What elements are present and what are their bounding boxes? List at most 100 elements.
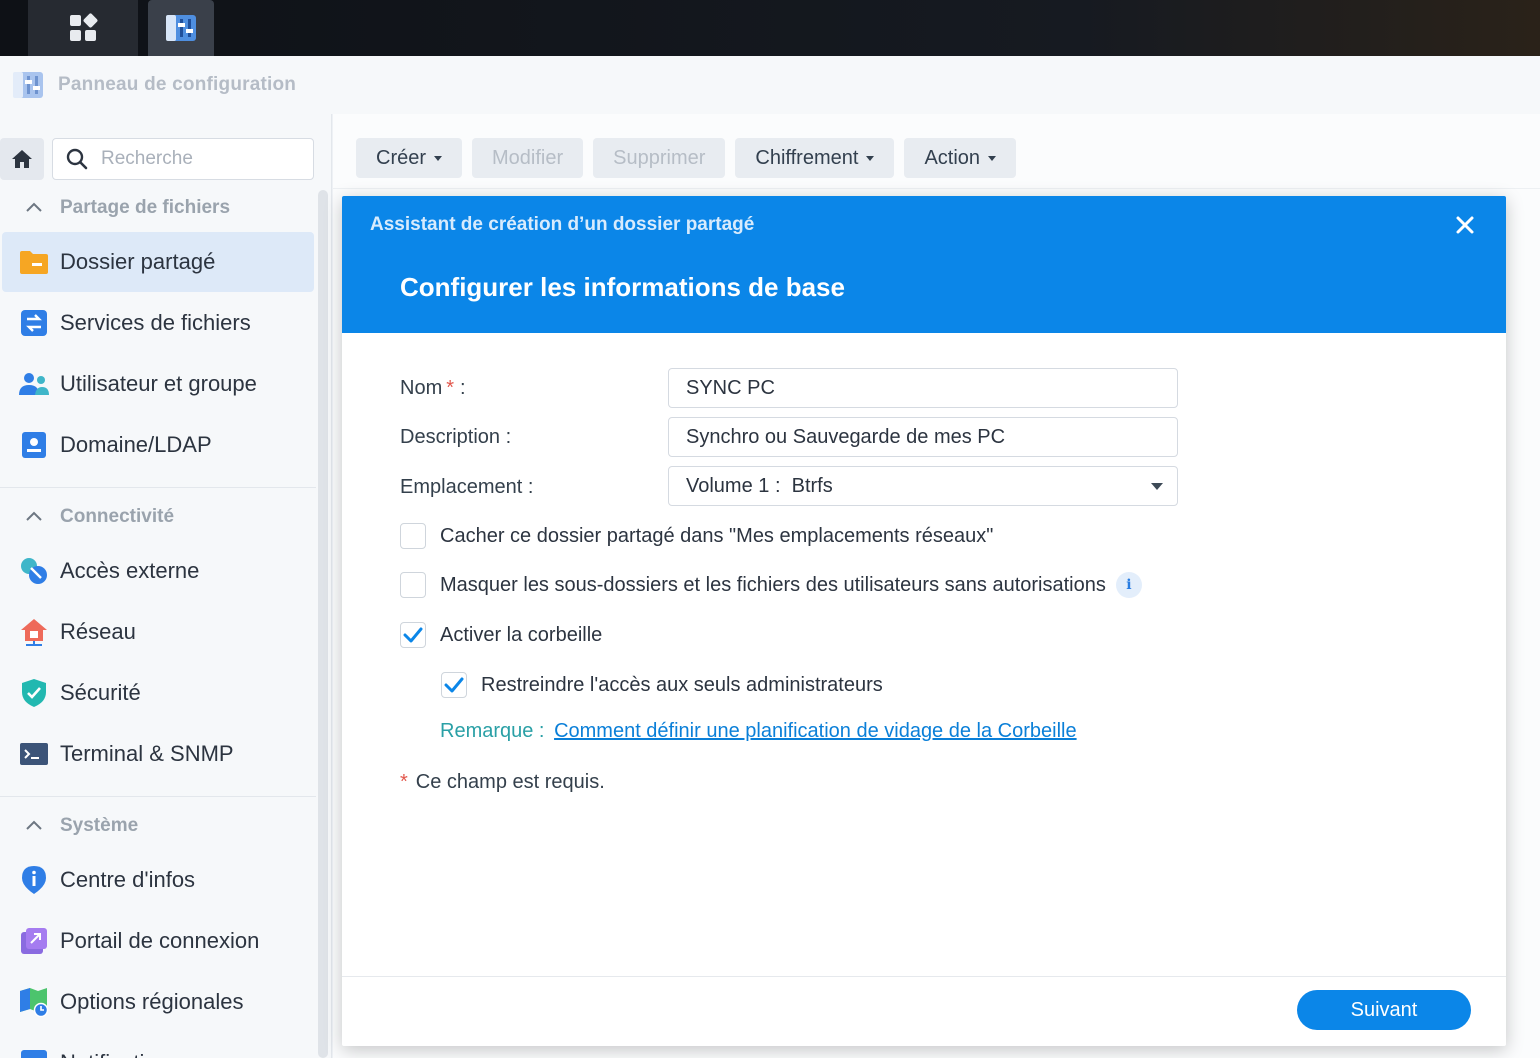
checkbox-label: Masquer les sous-dossiers et les fichier… [440, 573, 1106, 596]
edit-button[interactable]: Modifier [472, 138, 584, 178]
sidebar-item-login-portal[interactable]: Portail de connexion [2, 911, 314, 971]
name-field[interactable]: SYNC PC [668, 368, 1178, 408]
sidebar-item-label: Sécurité [60, 680, 141, 705]
external-access-icon [18, 555, 50, 587]
sidebar-item-security[interactable]: Sécurité [2, 663, 314, 723]
search-placeholder: Recherche [101, 148, 193, 169]
enable-recycle-bin-checkbox[interactable] [400, 622, 426, 648]
sidebar-item-terminal-snmp[interactable]: Terminal & SNMP [2, 724, 314, 784]
action-button[interactable]: Action [904, 138, 1017, 178]
users-icon [18, 368, 50, 400]
sidebar-item-label: Terminal & SNMP [60, 741, 234, 766]
required-asterisk: * [400, 771, 408, 793]
sidebar-item-label: Réseau [60, 619, 136, 644]
window-title-bar: Panneau de configuration [0, 56, 1540, 114]
section-header-file-sharing[interactable]: Partage de fichiers [0, 188, 310, 228]
checkbox-label: Activer la corbeille [440, 623, 603, 646]
taskbar [0, 0, 1540, 56]
checkbox-label: Restreindre l'accès aux seuls administra… [481, 673, 883, 696]
chevron-up-icon [26, 820, 42, 830]
sidebar-item-label: Accès externe [60, 558, 200, 583]
section-header-system[interactable]: Système [0, 806, 310, 846]
remark: Remarque : Comment définir une planifica… [440, 720, 1077, 743]
sidebar-item-regional-options[interactable]: Options régionales [2, 972, 314, 1032]
create-shared-folder-wizard: Assistant de création d’un dossier parta… [342, 196, 1506, 1046]
control-panel-taskbar-button[interactable] [148, 0, 214, 56]
sidebar-item-label: Domaine/LDAP [60, 432, 212, 457]
caret-down-icon [434, 155, 443, 161]
location-select-value: Volume 1 : Btrfs [686, 474, 833, 497]
toolbar: Créer Modifier Supprimer Chiffrement Act… [356, 138, 1017, 178]
checkmark-icon [403, 627, 423, 643]
dialog-title: Assistant de création d’un dossier parta… [370, 214, 755, 235]
checkbox-label: Cacher ce dossier partagé dans "Mes empl… [440, 524, 994, 547]
chevron-down-icon [1151, 483, 1163, 490]
sidebar-item-info-center[interactable]: Centre d'infos [2, 850, 314, 910]
sidebar-item-label: Dossier partagé [60, 249, 216, 274]
sidebar-item-external-access[interactable]: Accès externe [2, 541, 314, 601]
sidebar-item-domain-ldap[interactable]: Domaine/LDAP [2, 415, 314, 475]
domain-icon [18, 429, 50, 461]
sidebar-item-label: Centre d'infos [60, 867, 196, 892]
location-select[interactable]: Volume 1 : Btrfs [668, 466, 1178, 506]
search-icon [66, 148, 88, 170]
label-colon: : [460, 377, 466, 399]
sidebar-scrollbar[interactable] [318, 190, 328, 1058]
notification-icon [18, 1047, 50, 1058]
section-divider [0, 487, 316, 488]
chevron-up-icon [26, 511, 42, 521]
folder-icon [18, 246, 50, 278]
main-menu-button[interactable] [28, 0, 138, 56]
delete-button[interactable]: Supprimer [593, 138, 726, 178]
list-divider [333, 188, 1540, 189]
caret-down-icon [866, 155, 875, 161]
sidebar-item-users-groups[interactable]: Utilisateur et groupe [2, 354, 314, 414]
dialog-header: Assistant de création d’un dossier parta… [342, 196, 1506, 333]
sidebar-item-file-services[interactable]: Services de fichiers [2, 293, 314, 353]
sidebar-item-label: Options régionales [60, 989, 244, 1014]
footer-divider [342, 976, 1506, 977]
hide-shared-folder-checkbox[interactable] [400, 523, 426, 549]
sidebar-item-label: Portail de connexion [60, 928, 260, 953]
restrict-admin-checkbox[interactable] [441, 672, 467, 698]
sidebar-item-network[interactable]: Réseau [2, 602, 314, 662]
next-button[interactable]: Suivant [1297, 990, 1471, 1030]
chevron-up-icon [26, 202, 42, 212]
name-label-text: Nom [400, 377, 443, 399]
network-icon [18, 616, 50, 648]
recycle-bin-schedule-link[interactable]: Comment définir une planification de vid… [554, 720, 1077, 742]
required-asterisk: * [446, 377, 455, 399]
window-title: Panneau de configuration [58, 74, 297, 95]
label-colon: : [527, 476, 534, 498]
caret-down-icon [988, 155, 997, 161]
description-label-text: Description [400, 426, 501, 448]
create-button[interactable]: Créer [356, 138, 463, 178]
search-input[interactable]: Recherche [52, 138, 314, 180]
hide-subfolders-checkbox[interactable] [400, 572, 426, 598]
location-label: Emplacement : [400, 476, 533, 499]
info-icon[interactable]: i [1115, 572, 1142, 598]
control-panel-icon [166, 15, 196, 41]
sidebar-item-notification[interactable]: Notification [2, 1033, 314, 1058]
sidebar-item-shared-folder[interactable]: Dossier partagé [2, 232, 314, 292]
section-label: Partage de fichiers [60, 197, 231, 218]
terminal-icon [18, 738, 50, 770]
hide-shared-folder-option[interactable]: Cacher ce dossier partagé dans "Mes empl… [400, 523, 993, 549]
name-label: Nom *: [400, 377, 466, 400]
home-button[interactable] [0, 138, 44, 180]
control-panel-icon [13, 72, 43, 98]
encryption-button[interactable]: Chiffrement [735, 138, 895, 178]
shield-icon [18, 677, 50, 709]
create-label: Créer [376, 146, 427, 169]
section-label: Système [60, 815, 139, 836]
enable-recycle-bin-option[interactable]: Activer la corbeille [400, 622, 602, 648]
section-header-connectivity[interactable]: Connectivité [0, 497, 310, 537]
grid-menu-icon [70, 13, 98, 41]
restrict-admin-option[interactable]: Restreindre l'accès aux seuls administra… [441, 672, 883, 698]
hide-subfolders-option[interactable]: Masquer les sous-dossiers et les fichier… [400, 572, 1142, 598]
regional-options-icon [18, 986, 50, 1018]
close-icon[interactable] [1454, 214, 1476, 236]
description-field[interactable]: Synchro ou Sauvegarde de mes PC [668, 417, 1178, 457]
home-icon [12, 150, 32, 168]
info-icon [18, 864, 50, 896]
